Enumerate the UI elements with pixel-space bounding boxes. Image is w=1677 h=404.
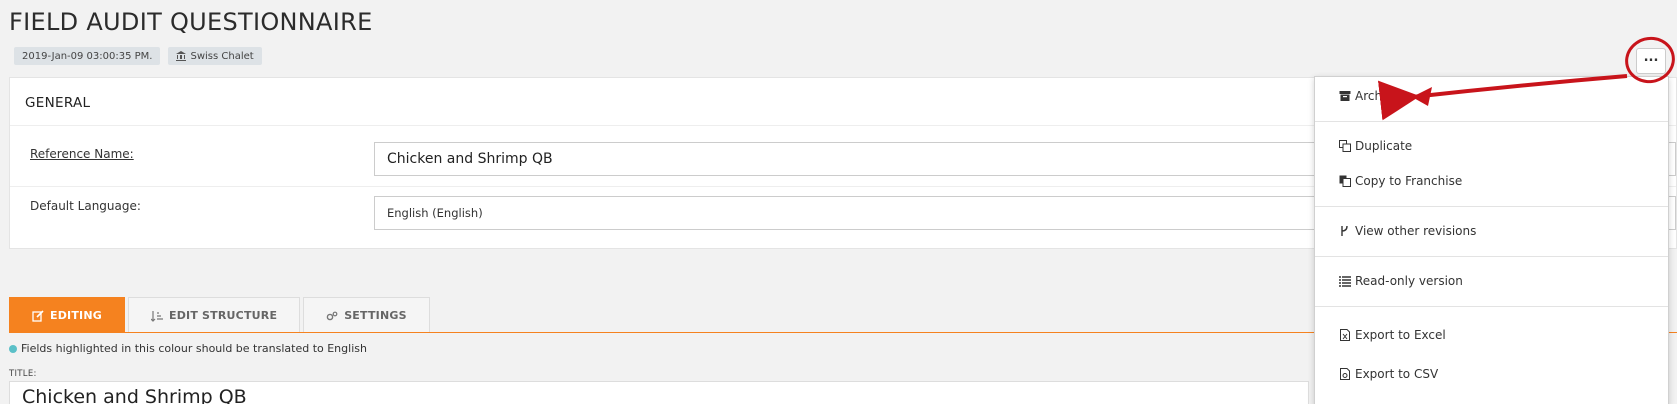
menu-separator — [1315, 206, 1668, 207]
tab-edit-structure-label: EDIT STRUCTURE — [168, 309, 278, 322]
gears-icon — [326, 311, 338, 320]
tab-editing[interactable]: EDITING — [9, 297, 125, 333]
menu-item-archive[interactable]: Archive — [1339, 89, 1400, 103]
page-title: FIELD AUDIT QUESTIONNAIRE — [9, 8, 373, 36]
meta-tags: 2019-Jan-09 03:00:35 PM. Swiss Chalet — [14, 47, 262, 65]
default-language-label: Default Language: — [30, 199, 141, 213]
menu-item-duplicate-label: Duplicate — [1355, 139, 1413, 153]
tab-settings[interactable]: SETTINGS — [303, 297, 430, 333]
menu-item-export-excel[interactable]: Export to Excel — [1339, 328, 1446, 342]
menu-item-export-excel-label: Export to Excel — [1355, 328, 1446, 342]
title-label: TITLE: — [9, 369, 37, 379]
brand-text: Swiss Chalet — [190, 50, 254, 62]
branch-icon — [1341, 225, 1348, 236]
menu-item-archive-label: Archive — [1355, 89, 1400, 103]
menu-item-duplicate[interactable]: Duplicate — [1339, 139, 1412, 153]
menu-item-export-csv-label: Export to CSV — [1355, 367, 1439, 381]
menu-item-copy-to-franchise[interactable]: Copy to Franchise — [1339, 174, 1462, 188]
menu-item-copy-to-franchise-label: Copy to Franchise — [1355, 174, 1463, 188]
timestamp-badge: 2019-Jan-09 03:00:35 PM. — [14, 47, 161, 65]
menu-separator — [1315, 256, 1668, 257]
copy-icon — [1339, 175, 1351, 187]
menu-item-view-revisions[interactable]: View other revisions — [1339, 224, 1476, 238]
hint-color-dot — [9, 344, 17, 353]
tab-settings-label: SETTINGS — [344, 309, 407, 322]
brand-badge: Swiss Chalet — [168, 47, 262, 65]
excel-file-icon — [1340, 329, 1350, 341]
duplicate-icon — [1339, 140, 1351, 152]
tab-edit-structure[interactable]: EDIT STRUCTURE — [127, 297, 301, 333]
translation-hint: Fields highlighted in this colour should… — [9, 342, 367, 355]
csv-file-icon — [1340, 368, 1350, 380]
tab-bar: EDITING EDIT STRUCTURE SETTINGS — [9, 297, 430, 333]
title-input[interactable]: Chicken and Shrimp QB — [9, 381, 1309, 404]
edit-icon — [32, 309, 44, 322]
timestamp-text: 2019-Jan-09 03:00:35 PM. — [22, 50, 153, 62]
menu-separator — [1315, 306, 1668, 307]
menu-item-read-only-label: Read-only version — [1355, 274, 1463, 288]
list-icon — [1339, 276, 1351, 287]
menu-item-view-revisions-label: View other revisions — [1355, 224, 1477, 238]
sort-icon — [150, 310, 163, 322]
bank-icon — [176, 51, 187, 61]
menu-item-export-csv[interactable]: Export to CSV — [1339, 367, 1438, 381]
reference-name-label[interactable]: Reference Name: — [30, 147, 134, 161]
menu-item-read-only[interactable]: Read-only version — [1339, 274, 1463, 288]
menu-separator — [1315, 121, 1668, 122]
tab-editing-label: EDITING — [50, 309, 102, 322]
hint-text: Fields highlighted in this colour should… — [21, 342, 367, 355]
archive-icon — [1339, 91, 1351, 101]
actions-dropdown-menu: Archive Duplicate Copy to Franchise View… — [1314, 76, 1669, 404]
